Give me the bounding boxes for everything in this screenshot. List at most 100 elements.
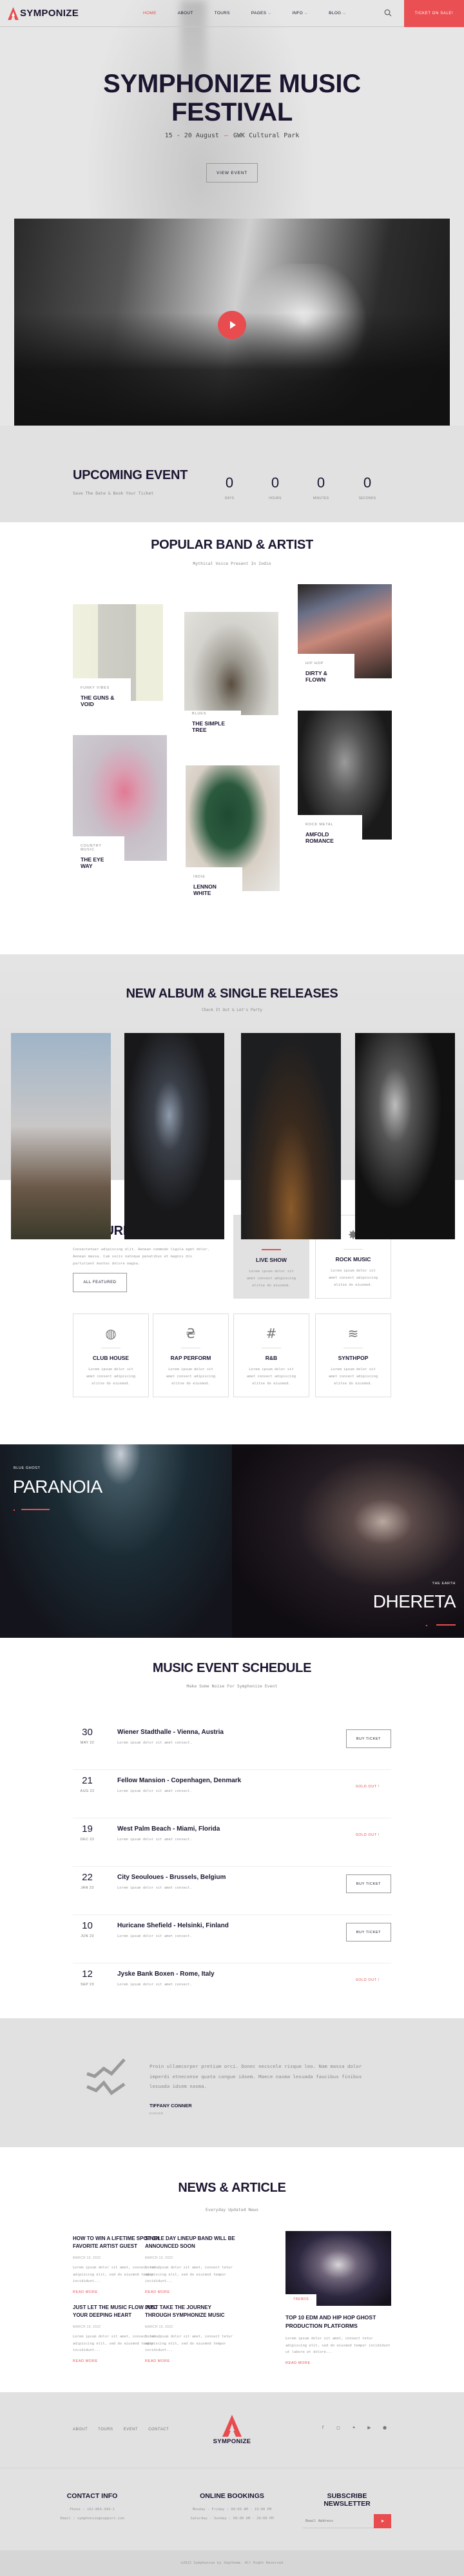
featured-news-post: TRENDS TOP 10 EDM AND HIP HOP GHOST PROD… — [285, 2231, 391, 2365]
facebook-icon[interactable]: f — [320, 2424, 326, 2431]
nav-pages[interactable]: PAGES ⌵ — [251, 11, 271, 15]
band-caption: INDIE LENNON WHITE — [186, 867, 242, 896]
band-genre: ROCK METAL — [305, 823, 334, 827]
footer-link-about[interactable]: ABOUT — [73, 2428, 88, 2432]
twitter-icon[interactable]: ✦ — [351, 2424, 357, 2431]
spotlight-paranoia[interactable]: BLUE GHOST PARANOIA — [0, 1444, 232, 1638]
card-title: CLUB HOUSE — [92, 1355, 130, 1361]
play-icon[interactable] — [218, 311, 246, 339]
footer-link-tours[interactable]: TOURS — [98, 2428, 113, 2432]
countdown-hours: 0 HOURS — [256, 475, 295, 500]
read-more-link[interactable]: READ MORE — [145, 2290, 235, 2294]
event-month: JUN 23 — [81, 1934, 94, 1938]
spotify-icon[interactable]: ● — [382, 2424, 388, 2431]
testimonial-role: DANCER — [150, 2112, 164, 2115]
band-caption: COUNTRY MUSIC THE EYE WAY — [73, 836, 124, 869]
hero-video[interactable] — [14, 219, 450, 428]
bookings-title: ONLINE BOOKINGS — [200, 2492, 264, 2500]
album-cover[interactable] — [11, 1033, 111, 1239]
featured-description: Consectetuer adipiscing elit. Aenean com… — [73, 1248, 210, 1266]
send-icon[interactable]: ➤ — [374, 2514, 391, 2528]
read-more-link[interactable]: READ MORE — [145, 2359, 235, 2363]
offer-card-rnb[interactable]: # R&B Lorem ipsum dolor sit amet consect… — [233, 1313, 309, 1397]
main-nav: HOME ABOUT TOURS PAGES ⌵ INFO ⌵ BLOG ⌵ — [143, 11, 367, 15]
band-card[interactable]: HIP HOP DIRTY & FLOWN — [298, 584, 392, 683]
offer-card-club-house[interactable]: ◍ CLUB HOUSE Lorem ipsum dolor sit amet … — [73, 1313, 149, 1397]
nav-about[interactable]: ABOUT — [178, 11, 193, 15]
album-cover[interactable] — [355, 1033, 455, 1239]
event-list: 30 MAY 22 Wiener Stadthalle - Vienna, Au… — [73, 1722, 391, 2012]
event-day: 12 — [82, 1969, 93, 1980]
card-title: ROCK MUSIC — [335, 1256, 371, 1263]
nav-blog[interactable]: BLOG ⌵ — [329, 11, 345, 15]
bands-section: POPULAR BAND & ARTIST Mythical Voice Pre… — [0, 522, 464, 954]
band-name: THE SIMPLE TREE — [192, 720, 226, 733]
band-caption: HIP HOP DIRTY & FLOWN — [298, 654, 354, 683]
event-description: Lorem ipsum dolor sit amet consect. — [117, 1789, 192, 1793]
contact-phone: Phone : +62-864-349-1 — [70, 2508, 115, 2512]
event-description: Lorem ipsum dolor sit amet consect. — [117, 1741, 192, 1745]
event-day: 10 — [82, 1920, 93, 1931]
footer-logo[interactable]: SYMPONIZE — [205, 2415, 259, 2445]
instagram-icon[interactable]: ◻ — [335, 2424, 342, 2431]
band-card[interactable]: INDIE LENNON WHITE — [186, 765, 280, 896]
buy-ticket-button[interactable]: BUY TICKET — [346, 1923, 391, 1942]
album-cover[interactable] — [124, 1033, 224, 1239]
event-venue: West Palm Beach - Miami, Florida — [117, 1825, 220, 1833]
post-category-tag[interactable]: TRENDS — [285, 2294, 316, 2306]
countdown-label: SECONDS — [358, 497, 376, 500]
buy-ticket-button[interactable]: BUY TICKET — [346, 1874, 391, 1893]
card-divider — [262, 1249, 281, 1250]
nav-info[interactable]: INFO ⌵ — [292, 11, 307, 15]
youtube-icon[interactable]: ▶ — [366, 2424, 372, 2431]
footer-link-contact[interactable]: CONTACT — [148, 2428, 169, 2432]
post-title[interactable]: TOP 10 EDM AND HIP HOP GHOST PRODUCTION … — [285, 2314, 391, 2330]
all-featured-button[interactable]: ALL FEATURED — [73, 1273, 127, 1292]
event-day: 19 — [82, 1824, 93, 1834]
event-venue: Wiener Stadthalle - Vienna, Austria — [117, 1729, 224, 1736]
nav-tours[interactable]: TOURS — [215, 11, 230, 15]
countdown-value: 0 — [363, 475, 372, 491]
offer-card-rap-perform[interactable]: ₴ RAP PERFORM Lorem ipsum dolor sit amet… — [153, 1313, 229, 1397]
contact-info-title: CONTACT INFO — [66, 2492, 118, 2500]
card-title: RAP PERFORM — [170, 1355, 211, 1361]
event-day: 22 — [82, 1872, 93, 1883]
spotlight-dhereta[interactable]: THE EARTH DHERETA — [232, 1444, 464, 1638]
schedule-subtitle: Make Some Noise For Symphonize Event — [186, 1684, 278, 1689]
hero-section: SYMPHONIZE MUSIC FESTIVAL 15 - 20 August… — [0, 0, 464, 522]
album-cover[interactable] — [241, 1033, 341, 1239]
sold-out-label: SOLD OUT ! — [355, 1978, 380, 1982]
spotlight-name: PARANOIA — [13, 1477, 102, 1497]
footer-link-event[interactable]: EVENT — [124, 2428, 139, 2432]
buy-ticket-button[interactable]: BUY TICKET — [346, 1729, 391, 1748]
read-more-link[interactable]: READ MORE — [285, 2361, 391, 2365]
contact-email[interactable]: Email : symphonize@support.com — [28, 2517, 157, 2521]
ticket-on-sale-button[interactable]: TICKET ON SALE! — [404, 0, 464, 27]
band-card[interactable]: ROCK METAL AMFOLD ROMANCE — [298, 711, 392, 844]
featured-post-image[interactable]: TRENDS — [285, 2231, 391, 2306]
band-card[interactable]: COUNTRY MUSIC THE EYE WAY — [73, 735, 167, 869]
band-card[interactable]: BLUES THE SIMPLE TREE — [184, 612, 278, 734]
hero-location: GWK Cultural Park — [233, 132, 300, 139]
nav-home[interactable]: HOME — [143, 11, 157, 15]
event-venue: City Seouloues - Brussels, Belgium — [117, 1874, 226, 1881]
bookings-weekend-hours: Saturday - Sunday : 09:00 AM - 20:00 PM — [190, 2517, 274, 2521]
view-event-button[interactable]: VIEW EVENT — [206, 163, 258, 182]
news-post: SINGLE DAY LINEUP BAND WILL BE ANNOUNCED… — [145, 2235, 235, 2294]
event-description: Lorem ipsum dolor sit amet consect. — [117, 1838, 192, 1842]
post-title[interactable]: SINGLE DAY LINEUP BAND WILL BE ANNOUNCED… — [145, 2235, 235, 2250]
email-address-input[interactable] — [303, 2514, 377, 2528]
countdown-title: UPCOMING EVENT — [73, 468, 188, 482]
search-icon[interactable] — [384, 9, 392, 17]
newsletter-form: ➤ — [303, 2514, 391, 2528]
accent-dot — [426, 1625, 427, 1626]
post-title[interactable]: JUST TAKE THE JOURNEY THROUGH SYMPHONIZE… — [145, 2304, 235, 2319]
band-card[interactable]: FUNKY VIBES THE GUNS & VOID — [73, 604, 163, 707]
event-month: SEP 23 — [81, 1983, 94, 1987]
band-genre: INDIE — [193, 875, 206, 879]
brand-logo[interactable]: SYMPONIZE — [8, 6, 79, 20]
event-description: Lorem ipsum dolor sit amet consect. — [117, 1886, 192, 1890]
offer-card-synthpop[interactable]: ≋ SYNTHPOP Lorem ipsum dolor sit amet co… — [315, 1313, 391, 1397]
countdown-label: HOURS — [269, 497, 282, 500]
band-caption: BLUES THE SIMPLE TREE — [184, 711, 241, 733]
